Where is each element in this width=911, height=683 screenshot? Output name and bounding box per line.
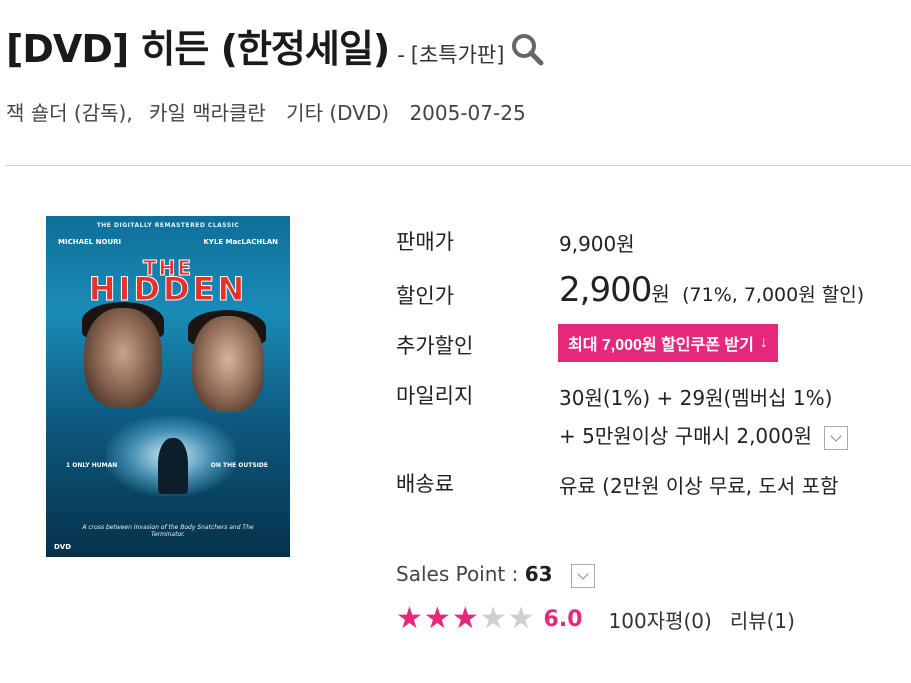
mileage-line2-wrap: + 5만원이상 구매시 2,000원 bbox=[559, 420, 849, 450]
list-price-value: 9,900원 bbox=[559, 232, 635, 256]
sales-point-expand-button[interactable] bbox=[570, 563, 595, 588]
sale-price-value: 2,900 bbox=[559, 270, 652, 310]
cover-dvd-logo: DVD bbox=[54, 543, 72, 551]
coupon-download-button[interactable]: 최대 7,000원 할인쿠폰 받기 ↓ bbox=[558, 324, 778, 362]
cover-actor-names: MICHAEL NOURI KYLE MacLACHLAN bbox=[58, 238, 278, 246]
review-link[interactable]: 리뷰(1) bbox=[730, 605, 795, 634]
actor-link[interactable]: 카일 맥라클란 bbox=[149, 101, 266, 125]
list-price-label: 판매가 bbox=[396, 230, 454, 254]
release-date: 2005-07-25 bbox=[409, 101, 526, 125]
director-link[interactable]: 잭 숄더 (감독), bbox=[6, 101, 133, 125]
cover-tagline-left: 1 ONLY HUMAN bbox=[66, 462, 118, 469]
title-separator: - bbox=[397, 43, 405, 67]
chevron-down-icon bbox=[577, 567, 589, 580]
star-icon-filled: ★ bbox=[423, 601, 451, 636]
mileage-expand-button[interactable] bbox=[824, 425, 849, 450]
edition-badge: [초특가판] bbox=[410, 43, 505, 67]
star-icon-empty: ★ bbox=[507, 601, 535, 636]
cover-silhouette bbox=[158, 438, 188, 494]
cover-title-main: HIDDEN bbox=[88, 270, 248, 309]
star-icon-filled: ★ bbox=[396, 601, 423, 636]
sale-price-group: 2,900원 (71%, 7,000원 할인) bbox=[559, 270, 864, 310]
extra-discount-label: 추가할인 bbox=[396, 334, 474, 358]
download-arrow-icon: ↓ bbox=[759, 334, 768, 351]
cover-actor-right: KYLE MacLACHLAN bbox=[203, 238, 278, 246]
chevron-down-icon bbox=[830, 429, 843, 442]
cover-figure-right bbox=[192, 316, 264, 412]
rating-row: ★ ★ ★ ★ ★ 6.0 100자평(0) 리뷰(1) bbox=[396, 604, 795, 634]
rating-score: 6.0 bbox=[543, 606, 583, 632]
sale-price-label: 할인가 bbox=[396, 284, 454, 308]
star-icon-filled: ★ bbox=[451, 601, 479, 636]
product-meta: 잭 숄더 (감독), 카일 맥라클란 기타 (DVD) 2005-07-25 bbox=[6, 97, 536, 126]
mileage-label: 마일리지 bbox=[396, 384, 474, 408]
cover-actor-left: MICHAEL NOURI bbox=[58, 238, 122, 246]
cover-figure-left bbox=[84, 308, 162, 408]
shipping-label: 배송료 bbox=[396, 472, 454, 496]
cover-quote: A cross between Invasion of the Body Sna… bbox=[82, 524, 254, 539]
discount-note: (71%, 7,000원 할인) bbox=[682, 284, 865, 306]
sales-point-value: 63 bbox=[524, 562, 553, 586]
sale-price-unit: 원 bbox=[651, 282, 670, 306]
divider bbox=[6, 165, 911, 166]
star-icon-empty: ★ bbox=[479, 601, 507, 636]
coupon-button-label: 최대 7,000원 할인쿠폰 받기 bbox=[568, 337, 754, 354]
sales-point-label: Sales Point : bbox=[396, 562, 525, 586]
format-label: 기타 (DVD) bbox=[286, 101, 390, 125]
product-title-row: [DVD] 히든 (한정세일) - [초특가판] bbox=[6, 18, 544, 73]
shipping-value: 유료 (2만원 이상 무료, 도서 포함 bbox=[559, 474, 839, 498]
mileage-line2: + 5만원이상 구매시 2,000원 bbox=[559, 424, 813, 448]
sales-point: Sales Point : 63 bbox=[396, 562, 595, 588]
search-icon[interactable] bbox=[510, 32, 544, 70]
short-review-link[interactable]: 100자평(0) bbox=[609, 605, 712, 634]
mileage-line1: 30원(1%) + 29원(멤버십 1%) bbox=[559, 386, 833, 410]
cover-topline: THE DIGITALLY REMASTERED CLASSIC bbox=[96, 222, 240, 229]
product-title: [DVD] 히든 (한정세일) bbox=[6, 27, 390, 71]
cover-tagline-right: ON THE OUTSIDE bbox=[210, 462, 268, 469]
dvd-cover-image[interactable]: THE DIGITALLY REMASTERED CLASSIC MICHAEL… bbox=[46, 216, 290, 557]
